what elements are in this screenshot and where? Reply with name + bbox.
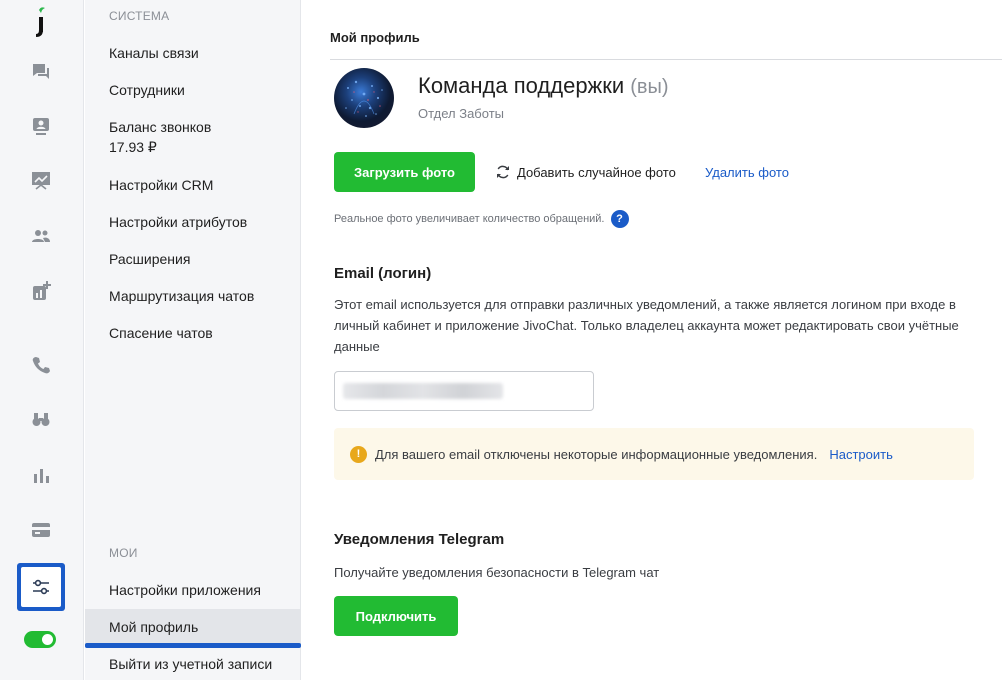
refresh-icon [497, 165, 509, 179]
photo-hint-text: Реальное фото увеличивает количество обр… [334, 213, 605, 225]
random-photo-button[interactable]: Добавить случайное фото [495, 164, 676, 180]
stats-add-icon[interactable] [20, 270, 62, 312]
sidebar-item-crm[interactable]: Настройки CRM [109, 175, 213, 195]
bar-chart-icon[interactable] [20, 454, 62, 496]
sidebar-item-call-balance[interactable]: Баланс звонков 17.93 ₽ [109, 117, 211, 157]
system-heading: СИСТЕМА [109, 9, 170, 23]
call-balance-value: 17.93 ₽ [109, 139, 157, 155]
profile-main: Мой профиль Команда поддержки (вы) Отдел … [302, 0, 1002, 680]
sidebar-item-app-settings[interactable]: Настройки приложения [109, 580, 261, 600]
jivo-logo-icon[interactable] [27, 6, 55, 40]
sidebar-item-agents[interactable]: Сотрудники [109, 80, 185, 100]
email-value-blurred [343, 383, 503, 399]
divider [330, 59, 1002, 60]
profile-name-text: Команда поддержки [418, 73, 625, 98]
avatar[interactable] [334, 68, 394, 128]
chat-icon[interactable] [20, 51, 62, 93]
active-indicator [85, 643, 301, 648]
email-description: Этот email используется для отправки раз… [334, 297, 959, 354]
profile-name: Команда поддержки (вы) [418, 73, 669, 99]
team-icon[interactable] [20, 215, 62, 257]
email-field[interactable] [334, 371, 594, 411]
upload-photo-button[interactable]: Загрузить фото [334, 152, 475, 192]
photo-hint: Реальное фото увеличивает количество обр… [334, 210, 629, 228]
my-heading: МОИ [109, 546, 138, 560]
random-photo-label: Добавить случайное фото [517, 164, 676, 180]
department-label: Отдел Заботы [418, 106, 504, 121]
sidebar-item-label: Баланс звонков [109, 119, 212, 135]
sidebar-item-extensions[interactable]: Расширения [109, 249, 190, 269]
sidebar-item-channels[interactable]: Каналы связи [109, 43, 199, 63]
email-notice: ! Для вашего email отключены некоторые и… [334, 428, 974, 480]
sidebar-item-attributes[interactable]: Настройки атрибутов [109, 212, 247, 232]
phone-icon[interactable] [20, 344, 62, 386]
binoculars-icon[interactable] [20, 398, 62, 440]
sidebar-item-logout[interactable]: Выйти из учетной записи [109, 654, 272, 674]
sidebar-item-my-profile[interactable]: Мой профиль [85, 609, 301, 645]
warning-icon: ! [350, 445, 367, 463]
icon-rail [0, 0, 84, 680]
settings-sidebar: СИСТЕМА Каналы связи Сотрудники Баланс з… [85, 0, 301, 680]
presentation-icon[interactable] [20, 159, 62, 201]
delete-photo-link[interactable]: Удалить фото [705, 165, 789, 180]
page-title: Мой профиль [330, 30, 420, 45]
telegram-description: Получайте уведомления безопасности в Tel… [334, 565, 660, 580]
email-notice-text: Для вашего email отключены некоторые инф… [375, 446, 818, 462]
billing-card-icon[interactable] [20, 509, 62, 551]
sidebar-item-chat-rescue[interactable]: Спасение чатов [109, 323, 213, 343]
connect-telegram-button[interactable]: Подключить [334, 596, 458, 636]
configure-link[interactable]: Настроить [829, 447, 893, 462]
telegram-section-title: Уведомления Telegram [334, 531, 505, 548]
visitors-icon[interactable] [20, 105, 62, 147]
email-section-title: Email (логин) [334, 265, 432, 282]
sidebar-item-routing[interactable]: Маршрутизация чатов [109, 286, 254, 306]
settings-sliders-icon[interactable] [17, 563, 65, 611]
you-label: (вы) [630, 76, 669, 98]
help-icon[interactable]: ? [610, 210, 629, 228]
status-toggle[interactable] [24, 631, 56, 648]
